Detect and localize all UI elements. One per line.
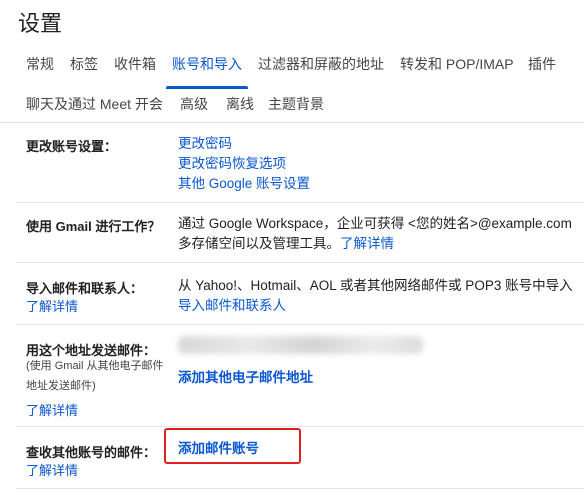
settings-tabs-row2: 聊天及通过 Meet 开会 高级 离线 主题背景 [0,94,584,124]
tab-forwarding-pop-imap[interactable]: 转发和 POP/IMAP [400,54,514,74]
workspace-text: 通过 Google Workspace，企业可获得 <您的姓名>@example… [178,214,572,254]
other-google-settings-link[interactable]: 其他 Google 账号设置 [178,174,310,194]
section-divider [16,262,584,263]
tab-advanced[interactable]: 高级 [180,94,208,114]
import-learn-more-link[interactable]: 了解详情 [26,296,78,315]
redacted-email-address [178,336,423,354]
add-email-address-link[interactable]: 添加其他电子邮件地址 [178,368,313,388]
change-recovery-link[interactable]: 更改密码恢复选项 [178,154,310,174]
tab-themes[interactable]: 主题背景 [268,94,324,114]
tab-inbox[interactable]: 收件箱 [114,54,156,74]
import-line1: 从 Yahoo!、Hotmail、AOL 或者其他网络邮件或 POP3 账号中导… [178,278,573,293]
tabs-divider [0,122,584,123]
workspace-learn-more-link[interactable]: 了解详情 [340,236,394,251]
highlight-annotation-box [164,428,301,464]
page-title: 设置 [18,11,63,36]
tab-labels[interactable]: 标签 [70,54,98,74]
section-divider [16,488,584,489]
import-text: 从 Yahoo!、Hotmail、AOL 或者其他网络邮件或 POP3 账号中导… [178,276,573,316]
change-password-link[interactable]: 更改密码 [178,134,310,154]
tab-chat-meet[interactable]: 聊天及通过 Meet 开会 [26,94,163,114]
active-tab-indicator [166,86,248,89]
workspace-line2: 多存储空间以及管理工具。 [178,236,340,251]
section-divider [16,324,584,325]
change-account-label: 更改账号设置： [26,139,118,154]
section-divider [16,426,584,427]
workspace-line1: 通过 Google Workspace，企业可获得 <您的姓名>@example… [178,216,572,231]
tab-accounts-import[interactable]: 账号和导入 [172,54,242,74]
section-divider [16,202,584,203]
tab-filters[interactable]: 过滤器和屏蔽的地址 [258,54,384,74]
check-mail-label: 查收其他账号的邮件： [26,445,157,460]
send-as-sub1: (使用 Gmail 从其他电子邮件 [26,360,164,372]
check-mail-learn-more-link[interactable]: 了解详情 [26,460,78,479]
import-mail-contacts-link[interactable]: 导入邮件和联系人 [178,296,573,316]
send-as-description: (使用 Gmail 从其他电子邮件 地址发送邮件) [26,356,164,396]
send-as-learn-more-link[interactable]: 了解详情 [26,400,78,419]
import-label: 导入邮件和联系人： [26,281,144,296]
change-account-links: 更改密码 更改密码恢复选项 其他 Google 账号设置 [178,134,310,194]
workspace-label: 使用 Gmail 进行工作？ [26,219,161,234]
send-as-sub2: 地址发送邮件) [26,380,96,392]
tab-addons[interactable]: 插件 [528,54,556,74]
tab-offline[interactable]: 离线 [226,94,254,114]
tab-general[interactable]: 常规 [26,54,54,74]
